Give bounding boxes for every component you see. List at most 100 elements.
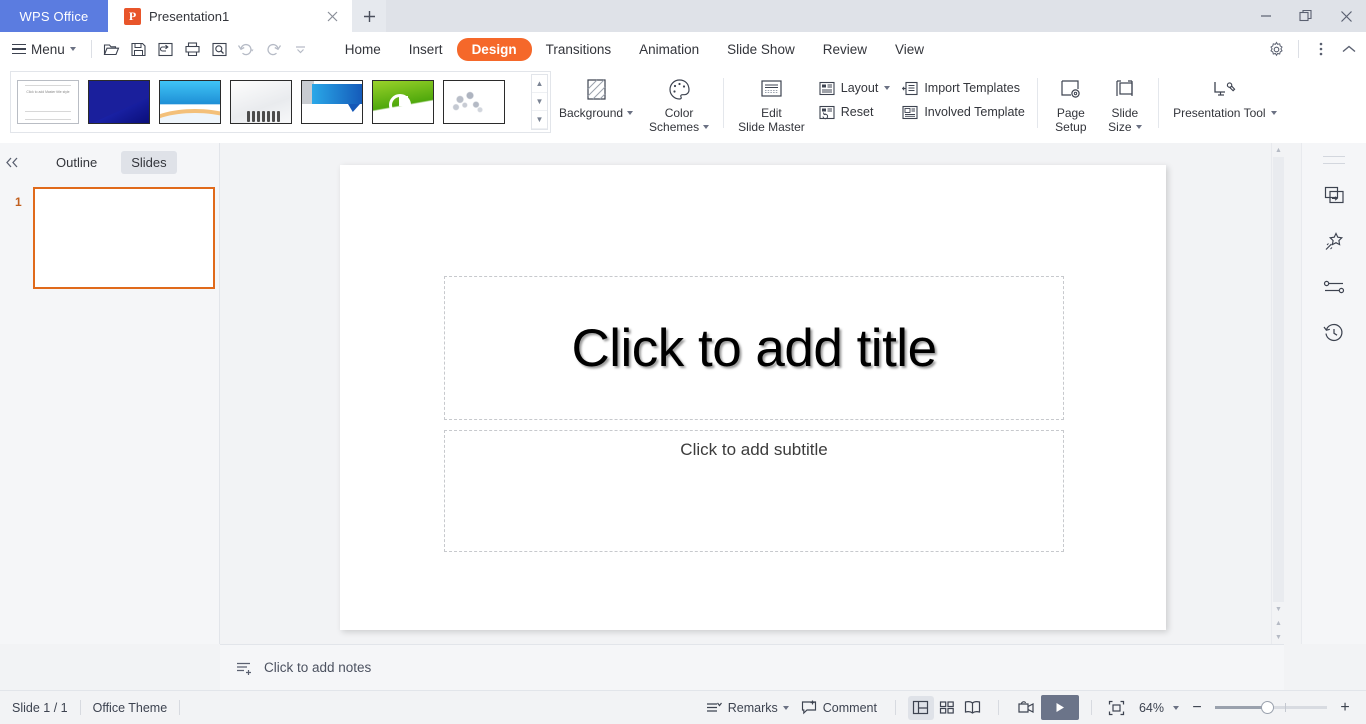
scroll-up-icon[interactable]: ▲ <box>532 75 547 93</box>
tab-outline[interactable]: Outline <box>46 151 107 174</box>
zoom-slider[interactable] <box>1215 701 1327 714</box>
menu-button[interactable]: Menu <box>0 32 84 66</box>
chevron-down-icon <box>782 705 789 710</box>
wps-office-tab[interactable]: WPS Office <box>0 0 108 32</box>
slide-size-icon <box>1112 76 1137 102</box>
tab-insert[interactable]: Insert <box>395 38 457 61</box>
pie-chart-icon <box>389 94 411 116</box>
import-templates-button[interactable]: Import Templates <box>896 78 1031 98</box>
grip-handle[interactable] <box>1323 156 1345 157</box>
chevron-down-icon <box>627 111 634 115</box>
reading-view-icon[interactable] <box>960 696 986 720</box>
play-slideshow-icon[interactable] <box>1040 695 1079 720</box>
tab-slides[interactable]: Slides <box>121 150 177 174</box>
undo-icon[interactable] <box>234 36 259 62</box>
status-bar-right: Remarks Comment 64% − + <box>700 695 1366 720</box>
involved-template-button[interactable]: Involved Template <box>896 102 1031 122</box>
normal-view-icon[interactable] <box>907 695 934 720</box>
collapse-ribbon-icon[interactable] <box>1336 35 1362 63</box>
color-schemes-label-line1: Color <box>664 106 694 120</box>
current-slide[interactable]: Click to add title Click to add subtitle <box>340 165 1166 630</box>
print-icon[interactable] <box>180 36 205 62</box>
comment-button[interactable]: Comment <box>795 700 883 715</box>
design-templates-gallery[interactable]: Click to add Master title style ▲ ▼ ▼ <box>10 71 551 133</box>
layout-label: Layout <box>840 81 879 95</box>
color-schemes-button[interactable]: Color Schemes <box>641 66 717 134</box>
zoom-out-button[interactable]: − <box>1188 699 1206 717</box>
save-as-icon[interactable] <box>153 36 178 62</box>
template-sky-wave[interactable] <box>159 80 221 124</box>
template-business-people[interactable] <box>230 80 292 124</box>
background-button[interactable]: Background <box>551 66 641 120</box>
minimize-icon[interactable] <box>1246 0 1286 32</box>
tab-transitions[interactable]: Transitions <box>532 38 626 61</box>
tab-slide-show[interactable]: Slide Show <box>713 38 809 61</box>
zoom-slider-handle[interactable] <box>1261 701 1274 714</box>
template-grey-gears[interactable] <box>443 80 505 124</box>
reset-button[interactable]: Reset <box>813 102 897 122</box>
notes-pane[interactable]: Click to add notes <box>220 644 1284 690</box>
ribbon-group-page: Page Setup Slide Size <box>1044 66 1152 143</box>
expand-gallery-icon[interactable]: ▼ <box>532 111 547 129</box>
slide-number: 1 <box>15 195 22 209</box>
edit-slide-master-line1: Edit <box>761 106 782 120</box>
edit-slide-master-button[interactable]: Edit Slide Master <box>730 66 813 134</box>
grip-handle[interactable] <box>1323 163 1345 164</box>
collapse-panel-icon[interactable] <box>4 156 32 169</box>
zoom-in-button[interactable]: + <box>1336 699 1354 717</box>
canvas-vertical-scrollbar[interactable]: ▲ ▼ ▲ ▼ <box>1271 143 1284 644</box>
background-label: Background <box>559 106 624 120</box>
scroll-down-icon[interactable]: ▼ <box>532 93 547 111</box>
customize-qat-icon[interactable] <box>288 36 313 62</box>
document-tab-presentation1[interactable]: P Presentation1 <box>108 0 352 32</box>
redo-icon[interactable] <box>261 36 286 62</box>
tab-animation[interactable]: Animation <box>625 38 713 61</box>
tab-view[interactable]: View <box>881 38 938 61</box>
previous-slide-icon[interactable]: ▲ <box>1272 616 1285 630</box>
more-options-icon[interactable] <box>1308 35 1334 63</box>
scroll-down-icon[interactable]: ▼ <box>1272 602 1285 616</box>
wps-office-label: WPS Office <box>19 8 89 24</box>
template-office-theme-blank[interactable]: Click to add Master title style <box>17 80 79 124</box>
slide-list-item-1[interactable]: 1 <box>15 187 219 289</box>
chevron-down-icon[interactable] <box>1173 705 1179 710</box>
tab-home[interactable]: Home <box>331 38 395 61</box>
slide-canvas[interactable]: Click to add title Click to add subtitle… <box>220 143 1284 644</box>
history-icon[interactable] <box>1317 315 1351 351</box>
page-setup-button[interactable]: Page Setup <box>1044 66 1098 134</box>
panel-tabs: Outline Slides <box>0 143 219 181</box>
template-blue-banner[interactable] <box>301 80 363 124</box>
slide-size-button[interactable]: Slide Size <box>1098 66 1152 134</box>
template-green-pie[interactable] <box>372 80 434 124</box>
record-screen-icon[interactable] <box>1011 696 1041 720</box>
chevron-down-icon <box>1135 125 1142 129</box>
tab-review[interactable]: Review <box>809 38 881 61</box>
scroll-up-icon[interactable]: ▲ <box>1272 143 1285 157</box>
slide-thumbnail[interactable] <box>33 187 215 289</box>
ribbon-group-master: Edit Slide Master Layout Reset Import Te… <box>730 66 1031 143</box>
zoom-level-label[interactable]: 64% <box>1139 701 1164 715</box>
layout-button[interactable]: Layout <box>813 78 897 98</box>
tab-design[interactable]: Design <box>456 37 532 61</box>
template-blue-gradient[interactable] <box>88 80 150 124</box>
gear-icon[interactable] <box>1263 35 1289 63</box>
fit-to-window-icon[interactable] <box>1104 696 1130 720</box>
settings-sliders-icon[interactable] <box>1317 269 1351 305</box>
subtitle-placeholder[interactable]: Click to add subtitle <box>444 430 1064 552</box>
close-icon[interactable] <box>1326 0 1366 32</box>
new-tab-button[interactable] <box>352 0 386 32</box>
open-icon[interactable] <box>99 36 124 62</box>
presentation-tool-button[interactable]: Presentation Tool <box>1165 66 1285 120</box>
title-placeholder[interactable]: Click to add title <box>444 276 1064 420</box>
powerpoint-icon: P <box>124 7 141 25</box>
slide-sorter-icon[interactable] <box>934 696 960 720</box>
print-preview-icon[interactable] <box>207 36 232 62</box>
save-icon[interactable] <box>126 36 151 62</box>
restore-icon[interactable] <box>1286 0 1326 32</box>
scrollbar-track[interactable] <box>1273 157 1284 602</box>
slide-transition-icon[interactable] <box>1317 177 1351 213</box>
close-icon[interactable] <box>322 6 342 26</box>
magic-wand-icon[interactable] <box>1317 223 1351 259</box>
next-slide-icon[interactable]: ▼ <box>1272 630 1285 644</box>
remarks-button[interactable]: Remarks <box>700 701 795 715</box>
